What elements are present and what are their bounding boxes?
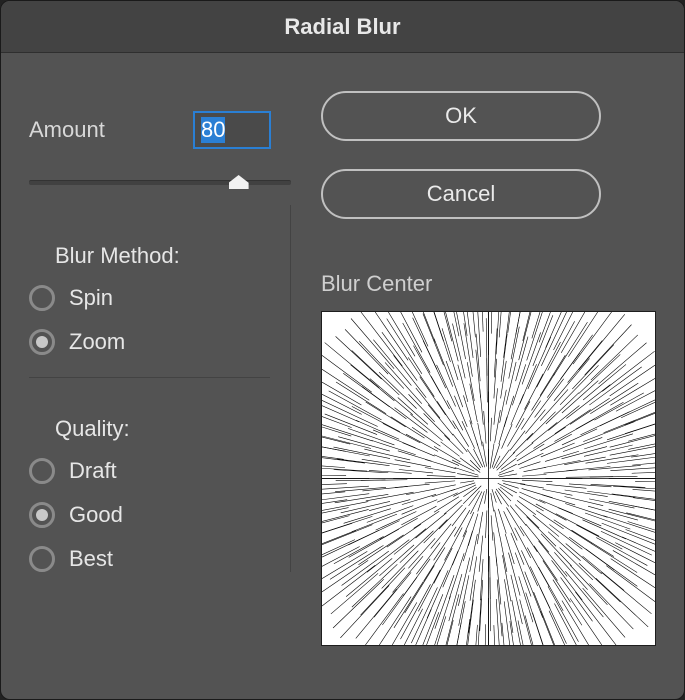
quality-radio-label: Good [69, 502, 123, 528]
ok-button[interactable]: OK [321, 91, 601, 141]
radio-icon [29, 546, 55, 572]
left-column: Amount Blur Method: Spin Zoom Quality: Dr… [29, 81, 291, 671]
quality-radio-good[interactable]: Good [29, 502, 270, 528]
blur-method-radio-label: Spin [69, 285, 113, 311]
slider-thumb[interactable] [229, 175, 249, 189]
dialog-body: Amount Blur Method: Spin Zoom Quality: Dr… [1, 53, 684, 699]
blur-method-group: Blur Method: Spin Zoom [29, 243, 270, 355]
radial-blur-dialog: Radial Blur Amount Blur Method: Spin Zoom… [0, 0, 685, 700]
dialog-titlebar: Radial Blur [1, 1, 684, 53]
quality-options: Draft Good Best [29, 458, 270, 572]
amount-input[interactable] [193, 111, 271, 149]
amount-label: Amount [29, 117, 105, 143]
amount-slider[interactable] [29, 171, 291, 195]
right-column: OK Cancel Blur Center [291, 81, 656, 671]
blur-method-title: Blur Method: [55, 243, 270, 269]
radio-icon [29, 285, 55, 311]
quality-title: Quality: [55, 416, 270, 442]
quality-radio-best[interactable]: Best [29, 546, 270, 572]
dialog-title: Radial Blur [284, 14, 400, 40]
amount-row: Amount [29, 111, 291, 149]
quality-radio-draft[interactable]: Draft [29, 458, 270, 484]
slider-track [29, 180, 291, 185]
radio-icon [29, 458, 55, 484]
group-divider [29, 377, 270, 378]
quality-radio-label: Best [69, 546, 113, 572]
blur-method-radio-zoom[interactable]: Zoom [29, 329, 270, 355]
blur-method-options: Spin Zoom [29, 285, 270, 355]
quality-group: Quality: Draft Good Best [29, 416, 270, 572]
cancel-button[interactable]: Cancel [321, 169, 601, 219]
blur-method-radio-label: Zoom [69, 329, 125, 355]
blur-center-label: Blur Center [321, 271, 656, 297]
quality-radio-label: Draft [69, 458, 117, 484]
left-inner: Blur Method: Spin Zoom Quality: Draft Good… [29, 205, 291, 572]
radio-icon [29, 502, 55, 528]
blur-method-radio-spin[interactable]: Spin [29, 285, 270, 311]
zoom-preview-svg [322, 312, 655, 645]
radio-icon [29, 329, 55, 355]
blur-center-preview[interactable] [321, 311, 656, 646]
